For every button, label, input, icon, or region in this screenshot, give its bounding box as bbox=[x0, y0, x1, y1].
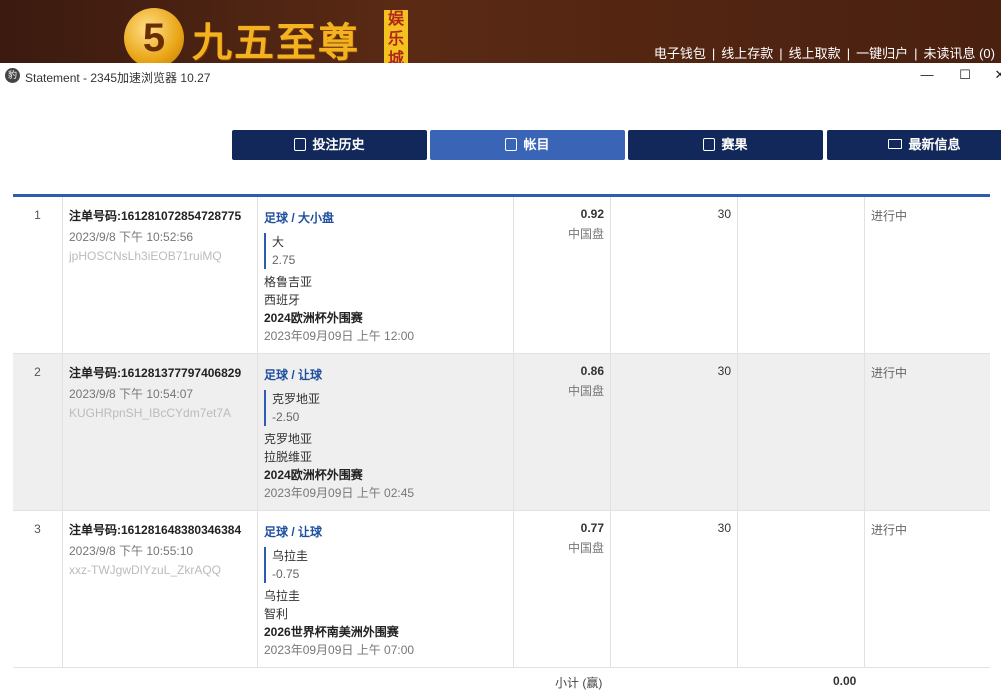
logo-icon: 5 bbox=[124, 8, 184, 63]
bet-table: 1 注单号码:161281072854728775 2023/9/8 下午 10… bbox=[13, 197, 990, 668]
league-name: 2026世界杯南美洲外围赛 bbox=[264, 625, 399, 639]
bet-type: 足球 / 让球 bbox=[264, 368, 323, 382]
odds-cell: 0.77 中国盘 bbox=[513, 511, 610, 667]
row-number: 3 bbox=[34, 522, 41, 536]
bet-code: xxz-TWJgwDIYzuL_ZkrAQQ bbox=[69, 563, 222, 577]
match-time: 2023年09月09日 上午 02:45 bbox=[264, 486, 415, 500]
bet-time: 2023/9/8 下午 10:52:56 bbox=[69, 230, 194, 244]
ticket-number: 注单号码:161281648380346384 bbox=[69, 523, 242, 537]
site-logo-text: 九五至尊 bbox=[192, 19, 360, 63]
top-nav: 电子钱包 | 线上存款 | 线上取款 | 一键归户 | 未读讯息 (0) bbox=[653, 46, 995, 61]
odds-value: 0.92 bbox=[580, 207, 604, 221]
away-team: 拉脱维亚 bbox=[264, 450, 313, 464]
pick-handicap: -2.50 bbox=[272, 410, 300, 424]
ticket-number: 注单号码:161281072854728775 bbox=[69, 209, 242, 223]
ticket-info: 注单号码:161281377797406829 2023/9/8 下午 10:5… bbox=[62, 354, 257, 510]
site-banner: 5 九五至尊 娱乐城 电子钱包 | 线上存款 | 线上取款 | 一键归户 | 未读讯息 (0) bbox=[0, 0, 1001, 63]
win-loss-cell bbox=[737, 354, 864, 510]
ticket-info: 注单号码:161281648380346384 2023/9/8 下午 10:5… bbox=[62, 511, 257, 667]
tab-results[interactable]: 赛果 bbox=[628, 130, 823, 160]
tab-label: 投注历史 bbox=[312, 137, 365, 152]
tab-bet-history[interactable]: 投注历史 bbox=[232, 130, 427, 160]
trophy-icon bbox=[703, 138, 716, 151]
stake-cell: 30 bbox=[610, 197, 737, 353]
match-time: 2023年09月09日 上午 07:00 bbox=[264, 643, 415, 657]
link-withdraw[interactable]: 线上取款 bbox=[789, 46, 841, 61]
pick-selection: 克罗地亚 bbox=[272, 392, 321, 406]
away-team: 西班牙 bbox=[264, 293, 301, 307]
odds-value: 0.77 bbox=[580, 521, 604, 535]
ticket-number: 注单号码:161281377797406829 bbox=[69, 366, 242, 380]
subtotal-row: 小计 (赢) 0.00 bbox=[13, 666, 990, 690]
tab-label: 帐目 bbox=[523, 137, 550, 152]
link-deposit[interactable]: 线上存款 bbox=[721, 46, 773, 61]
maximize-icon[interactable]: ☐ bbox=[955, 67, 975, 83]
selection-info: 足球 / 让球 克罗地亚 -2.50 克罗地亚 拉脱维亚 2024欧洲杯外围赛 … bbox=[257, 354, 513, 510]
bet-code: jpHOSCNsLh3iEOB71ruiMQ bbox=[69, 249, 222, 263]
away-team: 智利 bbox=[264, 607, 289, 621]
table-row: 3 注单号码:161281648380346384 2023/9/8 下午 10… bbox=[13, 511, 990, 668]
status-cell: 进行中 bbox=[864, 354, 990, 510]
pick-block: 大 2.75 bbox=[264, 233, 507, 269]
pick-block: 乌拉圭 -0.75 bbox=[264, 547, 507, 583]
link-consolidate[interactable]: 一键归户 bbox=[856, 46, 908, 61]
status-cell: 进行中 bbox=[864, 511, 990, 667]
row-number: 2 bbox=[34, 365, 41, 379]
odds-value: 0.86 bbox=[580, 364, 604, 378]
bet-type: 足球 / 让球 bbox=[264, 525, 323, 539]
pick-selection: 大 bbox=[272, 235, 285, 249]
home-team: 克罗地亚 bbox=[264, 432, 313, 446]
bet-time: 2023/9/8 下午 10:54:07 bbox=[69, 387, 194, 401]
league-name: 2024欧洲杯外围赛 bbox=[264, 311, 363, 325]
win-loss-cell bbox=[737, 197, 864, 353]
close-icon[interactable]: ✕ bbox=[990, 67, 1001, 83]
home-team: 乌拉圭 bbox=[264, 589, 301, 603]
tab-account[interactable]: 帐目 bbox=[430, 130, 625, 160]
table-row: 2 注单号码:161281377797406829 2023/9/8 下午 10… bbox=[13, 354, 990, 511]
win-loss-cell bbox=[737, 511, 864, 667]
logo-badge: 娱乐城 bbox=[384, 10, 408, 63]
link-wallet[interactable]: 电子钱包 bbox=[654, 46, 706, 61]
browser-app-icon: 豹 bbox=[5, 68, 20, 83]
document-icon bbox=[294, 138, 307, 151]
pick-block: 克罗地亚 -2.50 bbox=[264, 390, 507, 426]
bet-code: KUGHRpnSH_IBcCYdm7et7A bbox=[69, 406, 232, 420]
league-name: 2024欧洲杯外围赛 bbox=[264, 468, 363, 482]
pick-selection: 乌拉圭 bbox=[272, 549, 309, 563]
odds-type: 中国盘 bbox=[567, 384, 604, 398]
odds-type: 中国盘 bbox=[567, 541, 604, 555]
tab-latest-info[interactable]: 最新信息 bbox=[827, 130, 1001, 160]
mail-icon bbox=[888, 139, 903, 149]
home-team: 格鲁吉亚 bbox=[264, 275, 313, 289]
stake-cell: 30 bbox=[610, 511, 737, 667]
selection-info: 足球 / 大小盘 大 2.75 格鲁吉亚 西班牙 2024欧洲杯外围赛 2023… bbox=[257, 197, 513, 353]
odds-type: 中国盘 bbox=[567, 227, 604, 241]
stake-cell: 30 bbox=[610, 354, 737, 510]
tab-label: 最新信息 bbox=[908, 137, 961, 152]
browser-titlebar: 豹 Statement - 2345加速浏览器 10.27 — ☐ ✕ bbox=[0, 63, 1001, 89]
tab-label: 赛果 bbox=[721, 137, 748, 152]
ticket-info: 注单号码:161281072854728775 2023/9/8 下午 10:5… bbox=[62, 197, 257, 353]
subtotal-value: 0.00 bbox=[833, 674, 857, 688]
row-number: 1 bbox=[34, 208, 41, 222]
minimize-icon[interactable]: — bbox=[917, 67, 937, 82]
odds-cell: 0.86 中国盘 bbox=[513, 354, 610, 510]
ledger-icon bbox=[505, 138, 518, 151]
odds-cell: 0.92 中国盘 bbox=[513, 197, 610, 353]
match-time: 2023年09月09日 上午 12:00 bbox=[264, 329, 415, 343]
table-row: 1 注单号码:161281072854728775 2023/9/8 下午 10… bbox=[13, 197, 990, 354]
link-unread-messages[interactable]: 未读讯息 (0) bbox=[923, 46, 995, 61]
pick-handicap: 2.75 bbox=[272, 253, 296, 267]
bet-type: 足球 / 大小盘 bbox=[264, 211, 335, 225]
window-title: Statement - 2345加速浏览器 10.27 bbox=[25, 71, 211, 85]
selection-info: 足球 / 让球 乌拉圭 -0.75 乌拉圭 智利 2026世界杯南美洲外围赛 2… bbox=[257, 511, 513, 667]
status-cell: 进行中 bbox=[864, 197, 990, 353]
bet-time: 2023/9/8 下午 10:55:10 bbox=[69, 544, 194, 558]
pick-handicap: -0.75 bbox=[272, 567, 300, 581]
